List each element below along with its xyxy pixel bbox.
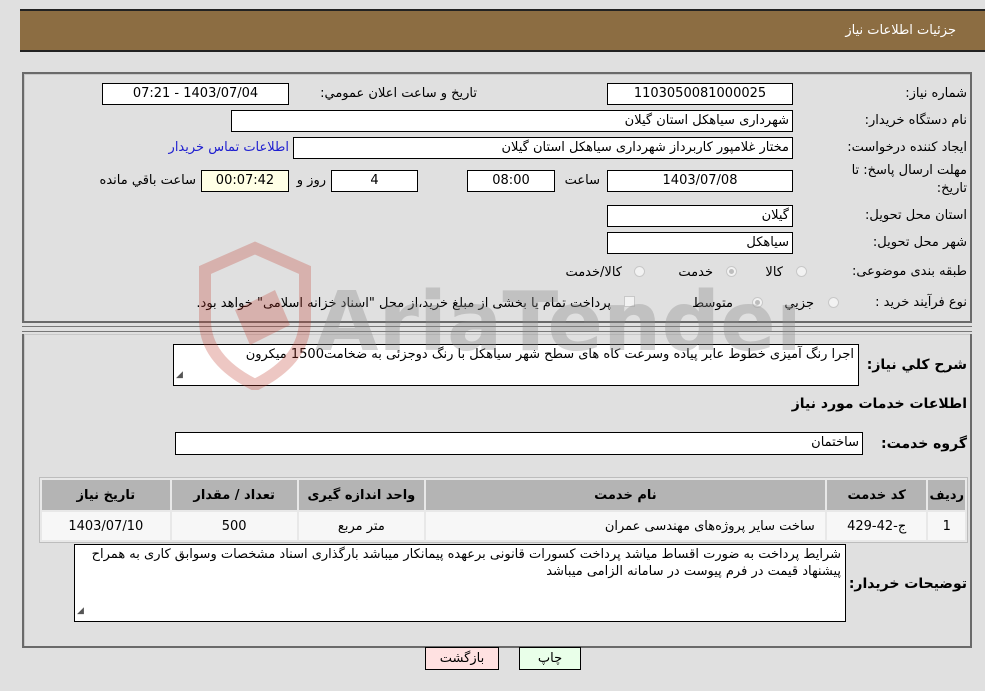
requester-field: مختار غلامپور کاربرداز شهرداری سیاهکل اس… [293, 137, 793, 159]
description-label: شرح كلي نياز: [866, 357, 967, 373]
resize-grip-icon[interactable]: ◢ [77, 603, 84, 620]
buyer-notes-text: شرایط پرداخت به ضورت اقساط میاشد پرداخت … [91, 547, 841, 579]
cell-need-date: 1403/07/10 [42, 512, 170, 540]
purchase-type-radio-medium[interactable] [752, 297, 763, 308]
description-textarea[interactable]: اجرا رنگ آمیزی خطوط عابر پیاده وسرعت کاه… [173, 344, 859, 386]
col-header-unit: واحد اندازه گیری [298, 480, 424, 510]
table-header-row: ردیف کد خدمت نام خدمت واحد اندازه گیری ت… [42, 480, 965, 510]
resize-grip-icon[interactable]: ◢ [176, 367, 183, 384]
days-remaining-field: 4 [331, 170, 418, 192]
need-number-label: شماره نیاز: [905, 86, 967, 101]
buyer-notes-textarea[interactable]: شرایط پرداخت به ضورت اقساط میاشد پرداخت … [74, 544, 846, 622]
cell-quantity: 500 [171, 512, 297, 540]
delivery-province-field: گیلان [607, 205, 793, 227]
treasury-bonds-checkbox[interactable] [624, 296, 635, 307]
deadline-label-date: تاریخ: [936, 181, 967, 196]
services-table: ردیف کد خدمت نام خدمت واحد اندازه گیری ت… [39, 477, 968, 543]
cell-unit: متر مربع [298, 512, 424, 540]
remaining-time-label: ساعت باقي مانده [99, 173, 196, 188]
delivery-province-label: استان محل تحویل: [865, 208, 967, 223]
delivery-city-label: شهر محل تحویل: [872, 235, 967, 250]
purchase-type-option-medium: متوسط [692, 296, 733, 311]
days-label: روز و [296, 173, 326, 188]
cell-service-name: ساخت سایر پروژه‌های مهندسی عمران [425, 512, 825, 540]
category-label: طبقه بندی موضوعی: [851, 264, 967, 279]
buyer-org-field: شهرداری سیاهکل استان گیلان [231, 110, 793, 132]
buyer-org-label: نام دستگاه خریدار: [864, 113, 967, 128]
col-header-service-code: کد خدمت [826, 480, 927, 510]
service-group-field: ساختمان [175, 432, 863, 455]
category-radio-goods[interactable] [796, 266, 807, 277]
section-divider [22, 326, 972, 327]
cell-service-code: ج-42-429 [826, 512, 927, 540]
service-group-label: گروه خدمت: [881, 436, 967, 452]
purchase-type-radio-minor[interactable] [828, 297, 839, 308]
need-number-field: 1103050081000025 [607, 83, 793, 105]
deadline-label: مهلت ارسال پاسخ: تا [851, 163, 967, 178]
announce-datetime-field: 1403/07/04 - 07:21 [102, 83, 289, 105]
col-header-row-number: ردیف [928, 480, 965, 510]
description-text: اجرا رنگ آمیزی خطوط عابر پیاده وسرعت کاه… [245, 347, 854, 362]
requester-label: ایجاد کننده درخواست: [847, 140, 967, 155]
section-divider [22, 331, 972, 332]
category-option-service: خدمت [678, 265, 713, 280]
buyer-contact-link[interactable]: اطلاعات تماس خریدار [169, 140, 289, 155]
category-radio-goods-service[interactable] [634, 266, 645, 277]
back-button[interactable]: بازگشت [425, 647, 499, 670]
page-title: جزئيات اطلاعات نیاز [845, 23, 956, 38]
purchase-type-label: نوع فرآیند خرید : [875, 295, 967, 310]
table-row: 1 ج-42-429 ساخت سایر پروژه‌های مهندسی عم… [42, 512, 965, 540]
col-header-need-date: تاریخ نیاز [42, 480, 170, 510]
category-radio-service[interactable] [726, 266, 737, 277]
treasury-bonds-note: پرداخت تمام یا بخشی از مبلغ خرید،از محل … [196, 296, 611, 311]
deadline-time-label: ساعت [564, 173, 600, 188]
delivery-city-field: سیاهکل [607, 232, 793, 254]
print-button[interactable]: چاپ [519, 647, 581, 670]
announce-datetime-label: تاریخ و ساعت اعلان عمومي: [320, 86, 477, 101]
col-header-quantity: تعداد / مقدار [171, 480, 297, 510]
remaining-time-field: 00:07:42 [201, 170, 289, 192]
cell-row-number: 1 [928, 512, 965, 540]
deadline-time-field: 08:00 [467, 170, 555, 192]
deadline-date-field: 1403/07/08 [607, 170, 793, 192]
category-option-goods-service: کالا/خدمت [565, 265, 622, 280]
page-header: جزئيات اطلاعات نیاز [20, 9, 985, 52]
category-option-goods: کالا [765, 265, 783, 280]
col-header-service-name: نام خدمت [425, 480, 825, 510]
services-section-title: اطلاعات خدمات مورد نياز [791, 396, 967, 412]
buyer-notes-label: توضيحات خريدار: [848, 576, 967, 592]
purchase-type-option-minor: جزيي [784, 296, 814, 311]
